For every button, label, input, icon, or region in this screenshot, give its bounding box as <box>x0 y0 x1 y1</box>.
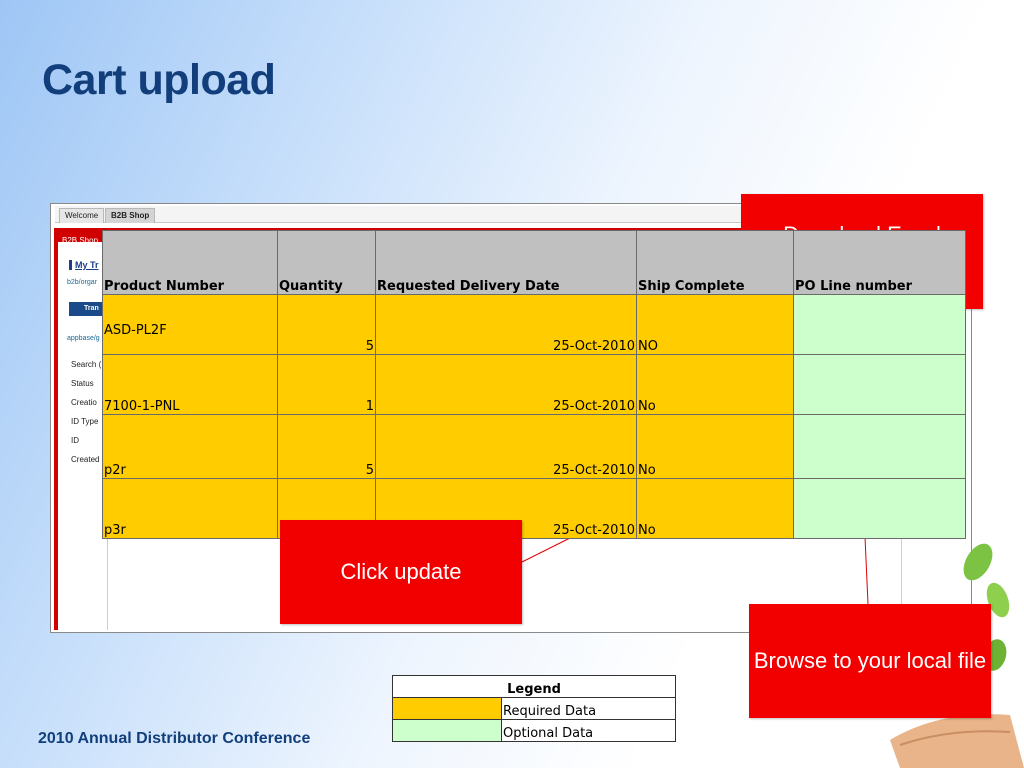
app-left-border <box>54 228 58 630</box>
cell-ship-complete: No <box>636 414 794 479</box>
legend-swatch-optional <box>392 719 502 742</box>
callout-click-update: Click update <box>280 520 522 624</box>
table-row: ASD-PL2F 5 25-Oct-2010 NO <box>102 294 966 355</box>
field-id: ID <box>71 436 79 445</box>
cell-quantity: 5 <box>277 294 376 355</box>
cell-ship-complete: No <box>636 354 794 415</box>
transaction-button[interactable]: Tran <box>69 302 105 316</box>
slide-title: Cart upload <box>42 56 276 104</box>
path-fragment: appbase/g <box>67 335 100 342</box>
cell-product: 7100-1-PNL <box>102 354 278 415</box>
cell-date: 25-Oct-2010 <box>375 294 637 355</box>
cell-product: p3r <box>102 478 278 539</box>
my-transactions-link[interactable]: My Tr <box>69 260 99 270</box>
cell-po-line <box>793 294 966 355</box>
legend-row: Optional Data <box>392 719 677 742</box>
cart-upload-table: Product Number Quantity Requested Delive… <box>102 230 966 539</box>
legend-title: Legend <box>391 675 677 698</box>
url-fragment: b2b/orgar <box>67 279 97 286</box>
legend-row: Required Data <box>392 697 677 720</box>
legend-table: Legend Required Data Optional Data <box>391 675 677 742</box>
app-red-header-label: B2B Shop <box>62 236 99 245</box>
tab-b2b-shop[interactable]: B2B Shop <box>105 208 156 223</box>
field-created: Created <box>71 455 100 464</box>
cell-ship-complete: No <box>636 478 794 539</box>
cell-quantity: 5 <box>277 414 376 479</box>
cell-product: p2r <box>102 414 278 479</box>
cell-po-line <box>793 478 966 539</box>
leaf-shape <box>963 543 993 581</box>
legend-label-required: Required Data <box>500 697 677 720</box>
header-requested-delivery-date: Requested Delivery Date <box>375 230 637 295</box>
table-row: 7100-1-PNL 1 25-Oct-2010 No <box>102 354 966 415</box>
cell-product: ASD-PL2F <box>102 294 278 355</box>
table-row: p2r 5 25-Oct-2010 No <box>102 414 966 479</box>
app-sidebar: My Tr b2b/orgar Tran appbase/g Search ( … <box>65 250 105 630</box>
cell-quantity: 1 <box>277 354 376 415</box>
legend-label-optional: Optional Data <box>500 719 677 742</box>
field-search: Search ( <box>71 360 102 369</box>
legend-swatch-required <box>392 697 502 720</box>
field-id-type: ID Type <box>71 417 99 426</box>
cell-ship-complete: NO <box>636 294 794 355</box>
cell-po-line <box>793 354 966 415</box>
slide-footer: 2010 Annual Distributor Conference <box>38 730 311 747</box>
header-ship-complete: Ship Complete <box>636 230 794 295</box>
field-creation: Creatio <box>71 398 97 407</box>
cell-date: 25-Oct-2010 <box>375 414 637 479</box>
cell-date: 25-Oct-2010 <box>375 354 637 415</box>
header-quantity: Quantity <box>277 230 376 295</box>
header-po-line-number: PO Line number <box>793 230 966 295</box>
cell-po-line <box>793 414 966 479</box>
table-row: p3r 5 25-Oct-2010 No <box>102 478 966 539</box>
field-status: Status <box>71 379 94 388</box>
callout-browse-local-file: Browse to your local file <box>749 604 991 718</box>
legend-header-row: Legend <box>391 675 677 698</box>
table-header-row: Product Number Quantity Requested Delive… <box>102 230 966 295</box>
header-product-number: Product Number <box>102 230 278 295</box>
tab-welcome[interactable]: Welcome <box>59 208 105 223</box>
